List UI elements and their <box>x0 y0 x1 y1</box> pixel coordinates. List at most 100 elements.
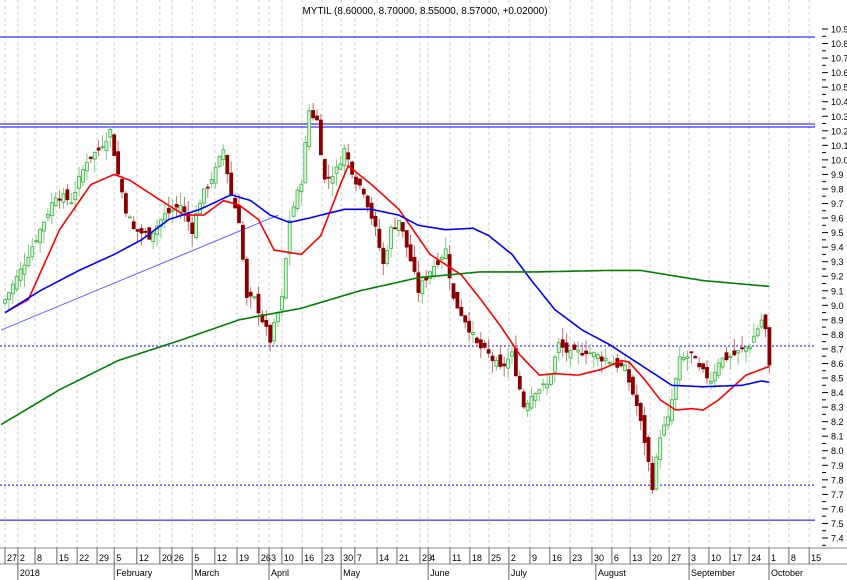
candle-body <box>506 358 511 369</box>
y-tick-label: 10.6 <box>831 68 847 78</box>
candle-body <box>393 227 397 230</box>
y-tick-label: 9.4 <box>831 243 844 253</box>
x-tick-label: 27 <box>671 553 681 563</box>
candle-body <box>291 206 296 217</box>
y-tick-label: 7.6 <box>831 504 844 514</box>
candle-body <box>272 322 277 342</box>
candle-body <box>385 250 390 265</box>
candle-body <box>560 339 565 348</box>
candle-body <box>96 147 101 151</box>
candle-body <box>471 332 475 335</box>
candle-body <box>740 347 744 350</box>
candle-body <box>135 229 140 232</box>
candle-body <box>549 373 553 385</box>
candle-body <box>490 355 495 361</box>
candle-body <box>53 197 58 207</box>
month-label: June <box>430 568 450 578</box>
candle-body <box>677 356 682 381</box>
moving-average-line <box>0 269 770 426</box>
candle-body <box>728 356 733 358</box>
x-tick-label: 1 <box>771 553 776 563</box>
candle-body <box>502 363 507 367</box>
chart-title: MYTIL (8.60000, 8.70000, 8.55000, 8.5700… <box>303 6 548 17</box>
candle-body <box>381 247 386 264</box>
candle-body <box>256 293 261 314</box>
x-tick-label: 30 <box>343 553 353 563</box>
candle-body <box>537 389 542 394</box>
candle-body <box>373 215 378 227</box>
x-tick-label: 9 <box>532 553 537 563</box>
month-label: May <box>343 568 361 578</box>
candle-body <box>767 327 772 366</box>
candle-body <box>474 337 479 344</box>
x-tick-label: 10 <box>711 553 721 563</box>
candle-body <box>732 350 737 356</box>
candle-body <box>716 362 721 376</box>
candle-body <box>69 202 74 205</box>
x-tick-label: 13 <box>632 553 642 563</box>
x-tick-label: 23 <box>324 553 334 563</box>
candle-body <box>755 328 760 337</box>
candle-body <box>377 228 382 248</box>
x-tick-label: 7 <box>357 553 362 563</box>
candle-body <box>213 166 218 184</box>
y-tick-label: 10.7 <box>831 54 847 64</box>
candle-body <box>763 314 768 330</box>
y-tick-label: 8.8 <box>831 330 844 340</box>
candle-body <box>697 363 702 368</box>
candle-body <box>744 346 748 352</box>
candle-body <box>61 193 66 203</box>
y-tick-label: 10.5 <box>831 83 847 93</box>
candle-body <box>315 115 319 121</box>
x-tick-label: 3 <box>691 553 696 563</box>
candle-body <box>279 296 284 311</box>
candle-body <box>7 292 11 300</box>
y-tick-label: 8.0 <box>831 446 844 456</box>
y-tick-label: 9.9 <box>831 170 844 180</box>
x-tick-label: 15 <box>59 553 69 563</box>
candle-body <box>81 169 85 183</box>
y-tick-label: 10.9 <box>831 25 847 35</box>
candle-body <box>295 189 300 210</box>
candle-body <box>420 280 425 294</box>
candle-body <box>318 119 323 156</box>
candle-body <box>30 246 35 258</box>
candle-body <box>736 349 741 354</box>
candle-body <box>584 350 588 355</box>
candle-body <box>634 394 639 406</box>
candle-body <box>459 306 464 316</box>
candle-body <box>619 362 624 367</box>
y-tick-label: 7.7 <box>831 490 844 500</box>
candle-body <box>237 204 241 224</box>
candle-body <box>311 110 316 119</box>
candle-body <box>631 376 635 395</box>
x-tick-label: 21 <box>399 553 409 563</box>
candle-body <box>396 220 401 231</box>
candle-body <box>365 195 370 208</box>
candle-body <box>529 395 534 409</box>
y-tick-label: 8.3 <box>831 403 844 413</box>
candle-body <box>131 221 136 230</box>
candle-body <box>521 391 526 408</box>
candle-body <box>389 226 394 249</box>
candle-body <box>638 402 643 421</box>
candle-body <box>400 222 405 232</box>
candle-body <box>748 346 752 350</box>
candle-body <box>116 151 120 175</box>
candle-body <box>283 258 288 299</box>
y-tick-label: 8.9 <box>831 315 844 325</box>
x-tick-label: 23 <box>572 553 582 563</box>
x-tick-label: 2 <box>20 553 25 563</box>
y-tick-label: 8.1 <box>831 432 844 442</box>
candle-body <box>124 193 128 214</box>
y-tick-label: 10.8 <box>831 39 847 49</box>
candle-body <box>533 393 538 401</box>
x-tick-label: 16 <box>304 553 314 563</box>
x-tick-label: 22 <box>79 553 89 563</box>
candle-body <box>151 232 156 242</box>
candle-body <box>564 342 569 353</box>
candle-body <box>435 260 440 265</box>
candle-body <box>486 349 491 354</box>
x-tick-label: 29 <box>99 553 109 563</box>
candle-body <box>443 248 448 260</box>
